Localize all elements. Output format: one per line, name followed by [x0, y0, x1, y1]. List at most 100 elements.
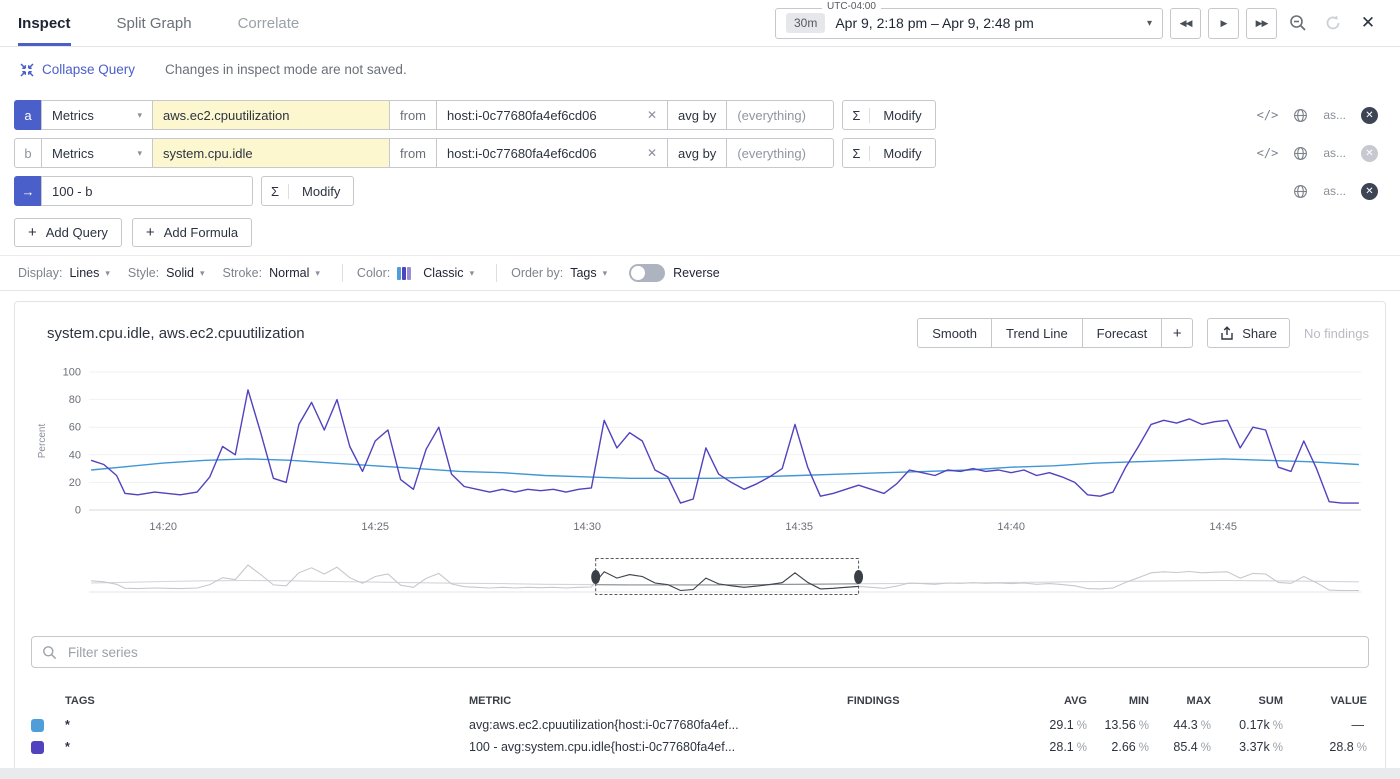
main-chart-area[interactable]: 02040608010014:2014:2514:3014:3514:4014:… [31, 362, 1369, 543]
chevron-down-icon[interactable]: ▾ [1147, 18, 1152, 29]
order-by-select[interactable]: Tags ▾ [570, 266, 607, 280]
col-header-avg: AVG [1007, 695, 1087, 707]
code-view-icon[interactable]: </> [1257, 108, 1279, 122]
minimap-chart[interactable] [31, 557, 1367, 597]
scope-filter[interactable]: host:i-0c77680fa4ef6cd06 ✕ [436, 138, 668, 168]
modify-button[interactable]: Σ Modify [842, 138, 935, 168]
remove-scope-icon[interactable]: ✕ [647, 146, 657, 160]
tag-cell[interactable]: * [65, 718, 70, 732]
add-query-label: Add Query [46, 225, 108, 240]
display-options-row: Display: Lines ▾ Style: Solid ▾ Stroke: … [0, 255, 1400, 291]
table-row[interactable]: * 100 - avg:system.cpu.idle{host:i-0c776… [31, 736, 1369, 758]
avg-value: 28.1 [1049, 740, 1073, 754]
main-chart[interactable]: 02040608010014:2014:2514:3014:3514:4014:… [31, 362, 1367, 538]
style-select[interactable]: Solid ▾ [166, 266, 204, 280]
stroke-select[interactable]: Normal ▾ [269, 266, 320, 280]
series-table: TAGS METRIC FINDINGS AVG MIN MAX SUM VAL… [31, 688, 1369, 758]
max-value: 85.4 [1173, 740, 1197, 754]
bottom-scroll-strip[interactable] [0, 768, 1400, 779]
divider [496, 264, 497, 282]
step-back-button[interactable]: ◀◀ [1170, 8, 1201, 39]
timezone-label: UTC-04:00 [822, 1, 881, 12]
series-table-header: TAGS METRIC FINDINGS AVG MIN MAX SUM VAL… [31, 688, 1369, 714]
value-unit: % [1357, 742, 1367, 754]
time-range-picker[interactable]: UTC-04:00 30m Apr 9, 2:18 pm – Apr 9, 2:… [775, 8, 1163, 39]
color-select[interactable]: Classic ▾ [397, 266, 474, 280]
tag-cell[interactable]: * [65, 740, 70, 754]
modify-button[interactable]: Σ Modify [261, 176, 354, 206]
remove-formula-button[interactable]: ✕ [1361, 183, 1378, 200]
table-row[interactable]: * avg:aws.ec2.cpuutilization{host:i-0c77… [31, 714, 1369, 736]
alias-link[interactable]: as... [1323, 184, 1346, 198]
formula-input[interactable]: 100 - b [41, 176, 253, 206]
metric-input[interactable]: system.cpu.idle [152, 138, 390, 168]
query-letter-badge[interactable]: b [14, 138, 42, 168]
order-by-label: Order by: [511, 266, 563, 280]
scope-filter[interactable]: host:i-0c77680fa4ef6cd06 ✕ [436, 100, 668, 130]
minimap-area[interactable] [31, 557, 1369, 602]
step-forward-button[interactable]: ▶▶ [1246, 8, 1277, 39]
metric-cell: avg:aws.ec2.cpuutilization{host:i-0c7768… [469, 718, 847, 732]
trend-line-button[interactable]: Trend Line [991, 318, 1083, 348]
tab-correlate[interactable]: Correlate [238, 0, 300, 46]
svg-text:14:35: 14:35 [785, 521, 813, 533]
formula-expression: 100 - b [52, 184, 92, 199]
collapse-query-link[interactable]: Collapse Query [20, 62, 135, 77]
source-select[interactable]: Metrics ▾ [41, 100, 153, 130]
add-query-button[interactable]: + Add Query [14, 218, 122, 247]
toggle-knob [631, 266, 645, 280]
formula-badge[interactable]: → [14, 176, 42, 206]
add-overlay-button[interactable]: + [1161, 318, 1193, 348]
tab-inspect[interactable]: Inspect [18, 0, 71, 46]
alias-link[interactable]: as... [1323, 146, 1346, 160]
formula-arrow-icon: → [22, 184, 35, 199]
reverse-toggle[interactable] [629, 264, 665, 282]
group-by-input[interactable]: (everything) [726, 100, 834, 130]
close-button[interactable]: ✕ [1354, 8, 1382, 38]
time-controls: UTC-04:00 30m Apr 9, 2:18 pm – Apr 9, 2:… [775, 0, 1382, 46]
source-select[interactable]: Metrics ▾ [41, 138, 153, 168]
series-color-swatch[interactable] [31, 741, 44, 754]
remove-scope-icon[interactable]: ✕ [647, 108, 657, 122]
zoom-out-button[interactable] [1284, 8, 1312, 38]
metric-input[interactable]: aws.ec2.cpuutilization [152, 100, 390, 130]
query-row-b: b Metrics ▾ system.cpu.idle from host:i-… [14, 138, 1386, 168]
color-label: Color: [357, 266, 390, 280]
tab-split-graph[interactable]: Split Graph [117, 0, 192, 46]
chevron-down-icon: ▾ [137, 110, 142, 121]
forecast-button[interactable]: Forecast [1082, 318, 1163, 348]
group-by-input[interactable]: (everything) [726, 138, 834, 168]
refresh-button[interactable] [1319, 8, 1347, 38]
display-label: Display: [18, 266, 62, 280]
chart-card-header: system.cpu.idle, aws.ec2.cpuutilization … [31, 318, 1369, 348]
svg-text:60: 60 [69, 422, 81, 434]
refresh-icon [1324, 14, 1342, 32]
query-letter-badge[interactable]: a [14, 100, 42, 130]
agg-label-text: avg by [678, 146, 716, 161]
alias-link[interactable]: as... [1323, 108, 1346, 122]
globe-icon[interactable] [1293, 184, 1308, 199]
globe-icon[interactable] [1293, 108, 1308, 123]
from-label-text: from [400, 108, 426, 123]
globe-icon[interactable] [1293, 146, 1308, 161]
min-value: 2.66 [1111, 740, 1135, 754]
share-button[interactable]: Share [1207, 318, 1290, 348]
collapse-icon [20, 63, 34, 77]
share-label: Share [1242, 326, 1277, 341]
modify-button[interactable]: Σ Modify [842, 100, 935, 130]
agg-label[interactable]: avg by [667, 138, 727, 168]
remove-query-button[interactable]: ✕ [1361, 145, 1378, 162]
tab-bar: Inspect Split Graph Correlate [18, 0, 299, 46]
scope-value: host:i-0c77680fa4ef6cd06 [447, 108, 597, 123]
filter-series-input[interactable] [66, 644, 1358, 661]
range-badge[interactable]: 30m [786, 13, 825, 33]
code-view-icon[interactable]: </> [1257, 146, 1279, 160]
smooth-button[interactable]: Smooth [917, 318, 992, 348]
filter-series-box[interactable] [31, 636, 1369, 668]
remove-query-button[interactable]: ✕ [1361, 107, 1378, 124]
series-color-swatch[interactable] [31, 719, 44, 732]
display-select[interactable]: Lines ▾ [69, 266, 109, 280]
play-button[interactable]: ▶ [1208, 8, 1239, 39]
agg-label[interactable]: avg by [667, 100, 727, 130]
add-formula-button[interactable]: + Add Formula [132, 218, 252, 247]
